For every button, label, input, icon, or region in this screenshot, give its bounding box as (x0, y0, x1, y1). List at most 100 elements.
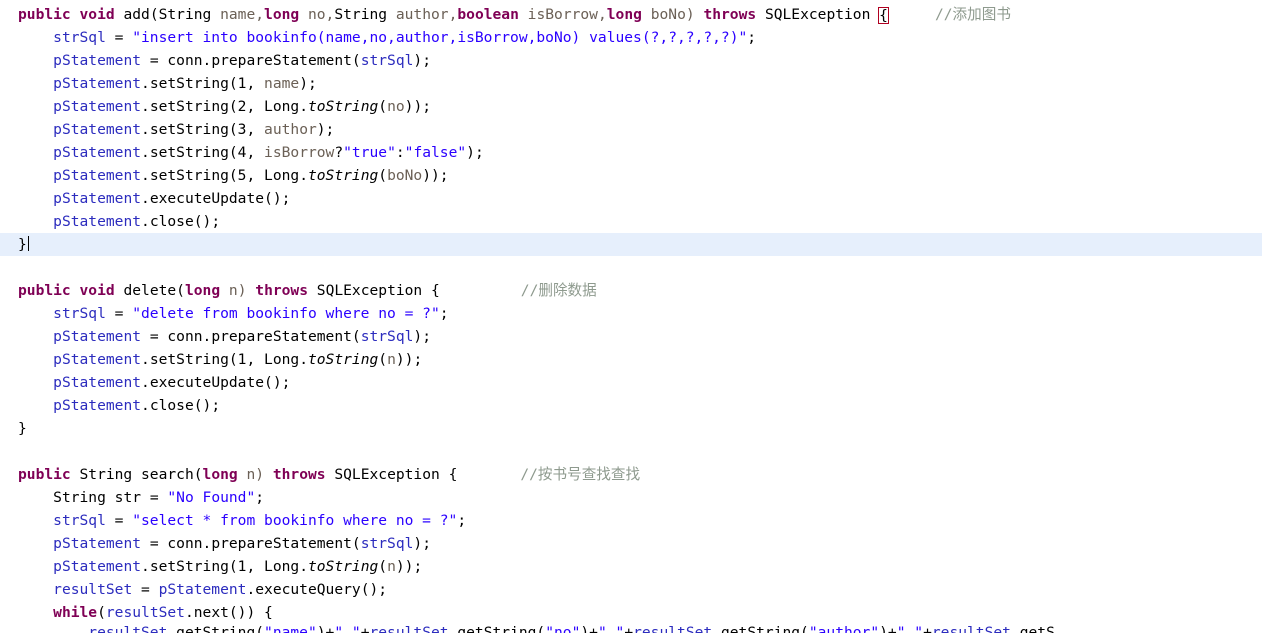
call-getstring-partial: .getS (1010, 624, 1055, 633)
call-tail: ); (413, 52, 431, 69)
code-line: public String search(long n) throws SQLE… (0, 463, 1262, 486)
field-strsql: strSql (53, 29, 106, 46)
call-tail: ); (316, 121, 335, 138)
keyword-long: long (264, 6, 300, 23)
call-setstring: .setString(4, (141, 144, 265, 161)
code-line: pStatement.setString(1, name); (0, 72, 1262, 95)
string-delete-sql: "delete from bookinfo where no = ?" (132, 305, 440, 322)
param-no: no, (299, 6, 335, 23)
keyword-long: long (202, 466, 238, 483)
type-string: String (53, 489, 106, 506)
comment-search-by-booknumber: //按书号查找查找 (520, 466, 641, 483)
param-name: name, (211, 6, 265, 23)
param-name: name (264, 75, 300, 92)
code-line: pStatement = conn.prepareStatement(strSq… (0, 532, 1262, 555)
code-text-area[interactable]: public void add(String name,long no,Stri… (0, 0, 1262, 624)
ternary-colon: : (395, 144, 405, 161)
call-tail: ); (466, 144, 484, 161)
field-pstatement: pStatement (53, 374, 142, 391)
param-n: n (387, 558, 396, 575)
operator-assign: = (141, 535, 168, 552)
static-method-tostring: toString (307, 558, 379, 575)
string-space: " " (334, 624, 361, 633)
keyword-void: void (79, 282, 115, 299)
field-pstatement: pStatement (53, 213, 142, 230)
type-long: Long. (264, 558, 308, 575)
keyword-throws: throws (703, 6, 757, 23)
type-sqlexception: SQLException (756, 6, 880, 23)
call-setstring: .setString(1, (141, 75, 265, 92)
code-line-blank (0, 256, 1262, 279)
code-line: pStatement.setString(1, Long.toString(n)… (0, 555, 1262, 578)
call-setstring: .setString(2, (141, 98, 265, 115)
code-line-current[interactable]: } (0, 233, 1262, 256)
static-method-tostring: toString (307, 351, 379, 368)
keyword-public: public (18, 6, 71, 23)
type-sqlexception: SQLException { (308, 282, 440, 299)
code-line: pStatement.close(); (0, 394, 1262, 417)
code-line: strSql = "select * from bookinfo where n… (0, 509, 1262, 532)
field-pstatement: pStatement (53, 52, 142, 69)
operator-assign: = (105, 512, 133, 529)
operator-assign: = (105, 305, 133, 322)
call-tail: )); (395, 351, 423, 368)
operator-assign: = (132, 581, 159, 598)
call-executeupdate: .executeUpdate(); (141, 190, 291, 207)
concat-op: + (923, 624, 932, 633)
field-strsql: strSql (53, 305, 106, 322)
param-n: n) (220, 282, 256, 299)
code-line: String str = "No Found"; (0, 486, 1262, 509)
brace-close: } (18, 236, 27, 253)
call-tail: )); (422, 167, 449, 184)
field-pstatement: pStatement (53, 144, 142, 161)
code-line: pStatement.setString(3, author); (0, 118, 1262, 141)
code-editor[interactable]: public void add(String name,long no,Stri… (0, 0, 1262, 633)
string-space: " " (896, 624, 924, 633)
call-getstring: .getString( (448, 624, 546, 633)
type-long: Long. (264, 98, 308, 115)
comment-delete-data: //删除数据 (520, 282, 597, 299)
type-sqlexception: SQLException { (325, 466, 458, 483)
code-line: pStatement.executeUpdate(); (0, 371, 1262, 394)
text-cursor (27, 236, 29, 251)
keyword-public: public (18, 466, 71, 483)
param-n: n (387, 351, 396, 368)
concat-op: )+ (316, 624, 335, 633)
keyword-while: while (53, 604, 98, 621)
code-line: pStatement.setString(1, Long.toString(n)… (0, 348, 1262, 371)
type-string: String (70, 466, 133, 483)
call-tail: )); (395, 558, 423, 575)
code-line: pStatement.setString(4, isBorrow?"true":… (0, 141, 1262, 164)
operator-assign: = (141, 489, 168, 506)
string-column-author: "author" (808, 624, 880, 633)
code-line: pStatement.executeUpdate(); (0, 187, 1262, 210)
type-long: Long. (264, 167, 308, 184)
field-pstatement: pStatement (53, 558, 142, 575)
type-string: String (158, 6, 212, 23)
code-line: public void add(String name,long no,Stri… (0, 3, 1262, 26)
param-isborrow: isBorrow (264, 144, 335, 161)
method-name-add: add( (114, 6, 159, 23)
brace-close: } (18, 420, 27, 437)
code-line: } (0, 417, 1262, 440)
call-tail: )); (404, 98, 432, 115)
param-isborrow: isBorrow, (518, 6, 607, 23)
field-pstatement: pStatement (158, 581, 247, 598)
semicolon: ; (439, 305, 449, 322)
clipped-code-line-region: resultSet.getString("name")+" "+resultSe… (0, 621, 1262, 633)
field-strsql: strSql (360, 535, 414, 552)
paren-open: ( (97, 604, 106, 621)
call-next: .next()) { (184, 604, 273, 621)
param-author: author (264, 121, 317, 138)
